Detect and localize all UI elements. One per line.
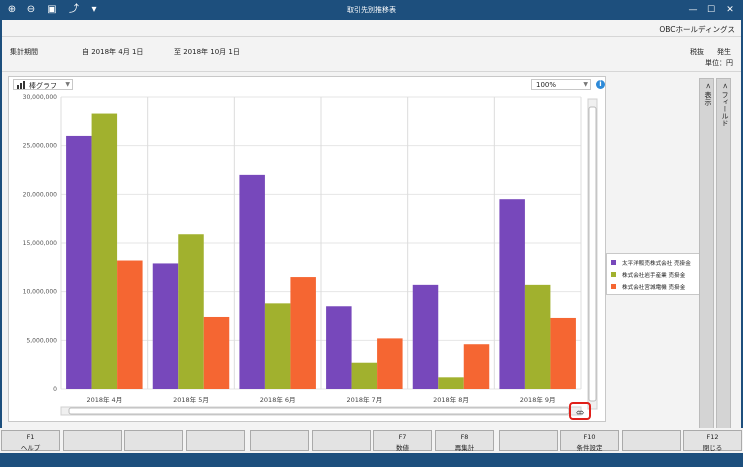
x-tick-label: 2018年 7月 xyxy=(346,395,382,404)
divider xyxy=(2,71,741,72)
bar xyxy=(66,135,92,389)
fkey-number: F12 xyxy=(706,433,719,441)
period-from: 自 2018年 4月 1日 xyxy=(82,48,144,56)
y-tick-label: 10,000,000 xyxy=(23,289,58,296)
chevron-down-icon: ▼ xyxy=(65,81,70,88)
zoom-select[interactable]: 100% ▼ xyxy=(531,79,591,90)
minimize-icon[interactable]: — xyxy=(684,2,702,18)
bar xyxy=(499,199,525,389)
f1-help-button[interactable]: F1 ヘルプ xyxy=(1,430,60,452)
chart-legend: 太平洋販売株式会社 売掛金 株式会社岩手産業 売掛金 株式会社宮城電機 売掛金 xyxy=(606,253,700,295)
info-icon[interactable]: i xyxy=(596,80,605,89)
maximize-icon[interactable]: ☐ xyxy=(702,2,720,18)
x-tick-label: 2018年 4月 xyxy=(86,395,122,404)
bar xyxy=(117,260,143,389)
f5-button[interactable] xyxy=(250,430,309,451)
bar-chart-icon xyxy=(17,81,25,89)
f2-button[interactable] xyxy=(63,430,122,451)
close-icon[interactable]: ✕ xyxy=(721,2,739,18)
legend-swatch xyxy=(611,272,616,277)
status-bar xyxy=(0,453,743,467)
f6-button[interactable] xyxy=(312,430,371,451)
display-tab-label: < 表示 xyxy=(704,83,712,106)
display-tab[interactable]: < 表示 xyxy=(699,78,714,466)
chart-type-select[interactable]: 棒グラフ ▼ xyxy=(13,79,73,90)
chart-type-value: 棒グラフ xyxy=(29,82,57,90)
legend-swatch xyxy=(611,260,616,265)
divider xyxy=(2,36,741,37)
y-tick-label: 5,000,000 xyxy=(26,337,57,344)
field-tab[interactable]: < フィールド xyxy=(716,78,731,466)
bar xyxy=(463,344,490,389)
legend-label: 株式会社岩手産業 売掛金 xyxy=(622,273,686,279)
f9-button[interactable] xyxy=(499,430,558,451)
function-key-bar: F1 ヘルプ F7 数値 F8 再集計 F10 条件設定 F12 閉じる xyxy=(0,428,743,453)
field-tab-label: < フィールド xyxy=(721,83,729,127)
f12-close-button[interactable]: F12 閉じる xyxy=(683,430,742,452)
amount-type: 発生 xyxy=(717,48,731,56)
f8-recalculate-button[interactable]: F8 再集計 xyxy=(435,430,494,452)
x-tick-label: 2018年 8月 xyxy=(433,395,469,404)
bar xyxy=(264,303,291,389)
fkey-label: ヘルプ xyxy=(20,444,41,452)
bar xyxy=(203,316,230,389)
bar xyxy=(377,338,403,389)
y-tick-label: 0 xyxy=(53,386,57,393)
bar xyxy=(550,317,576,389)
y-tick-label: 25,000,000 xyxy=(23,143,58,150)
f11-button[interactable] xyxy=(622,430,681,451)
x-tick-label: 2018年 9月 xyxy=(520,395,556,404)
y-tick-label: 15,000,000 xyxy=(23,240,58,247)
chevron-down-icon: ▼ xyxy=(583,81,588,88)
company-name: OBCホールディングス xyxy=(659,25,735,34)
title-bar: ⊕ ⊖ ▣ ⤴ ▾ 取引先別推移表 — ☐ ✕ xyxy=(0,0,743,20)
fkey-number: F1 xyxy=(26,433,35,441)
f4-button[interactable] xyxy=(186,430,245,451)
legend-label: 株式会社宮城電機 売掛金 xyxy=(622,285,686,291)
fkey-label: 再集計 xyxy=(454,444,475,452)
vertical-scroll-thumb xyxy=(588,106,597,402)
period-label: 集計期間 xyxy=(10,48,38,56)
y-tick-label: 20,000,000 xyxy=(23,191,58,198)
zoom-value: 100% xyxy=(536,81,557,89)
f3-button[interactable] xyxy=(124,430,183,451)
bar xyxy=(178,234,204,389)
fkey-label: 数値 xyxy=(396,444,409,452)
fkey-label: 条件設定 xyxy=(576,444,603,452)
bar xyxy=(91,113,118,389)
y-tick-label: 30,000,000 xyxy=(23,94,58,101)
bar xyxy=(438,377,464,389)
bar xyxy=(351,362,378,389)
fkey-number: F10 xyxy=(583,433,596,441)
bar xyxy=(239,174,265,389)
period-to: 至 2018年 10月 1日 xyxy=(174,48,240,56)
bar xyxy=(524,284,551,389)
legend-swatch xyxy=(611,284,616,289)
fkey-label: 閉じる xyxy=(702,444,723,452)
x-tick-label: 2018年 5月 xyxy=(173,395,209,404)
bar xyxy=(152,263,179,389)
chart-panel: 30,000,000 25,000,000 20,000,000 15,000,000… xyxy=(8,76,606,422)
bar xyxy=(412,284,439,389)
bar xyxy=(326,306,352,389)
f7-values-button[interactable]: F7 数値 xyxy=(373,430,432,452)
window-title: 取引先別推移表 xyxy=(347,6,396,14)
tax-mode: 税抜 xyxy=(690,48,704,56)
bar-chart: 30,000,000 25,000,000 20,000,000 15,000,000… xyxy=(23,94,598,420)
unit-label: 単位：円 xyxy=(705,59,733,67)
pan-icon: ⤄ xyxy=(576,408,584,418)
client-area: OBCホールディングス 集計期間 自 2018年 4月 1日 至 2018年 1… xyxy=(2,20,741,466)
f10-conditions-button[interactable]: F10 条件設定 xyxy=(560,430,619,452)
x-tick-label: 2018年 6月 xyxy=(260,395,296,404)
horizontal-scroll-thumb xyxy=(68,407,570,415)
bar xyxy=(290,277,316,389)
fkey-number: F8 xyxy=(460,433,469,441)
legend-label: 太平洋販売株式会社 売掛金 xyxy=(622,261,691,267)
fkey-number: F7 xyxy=(398,433,407,441)
